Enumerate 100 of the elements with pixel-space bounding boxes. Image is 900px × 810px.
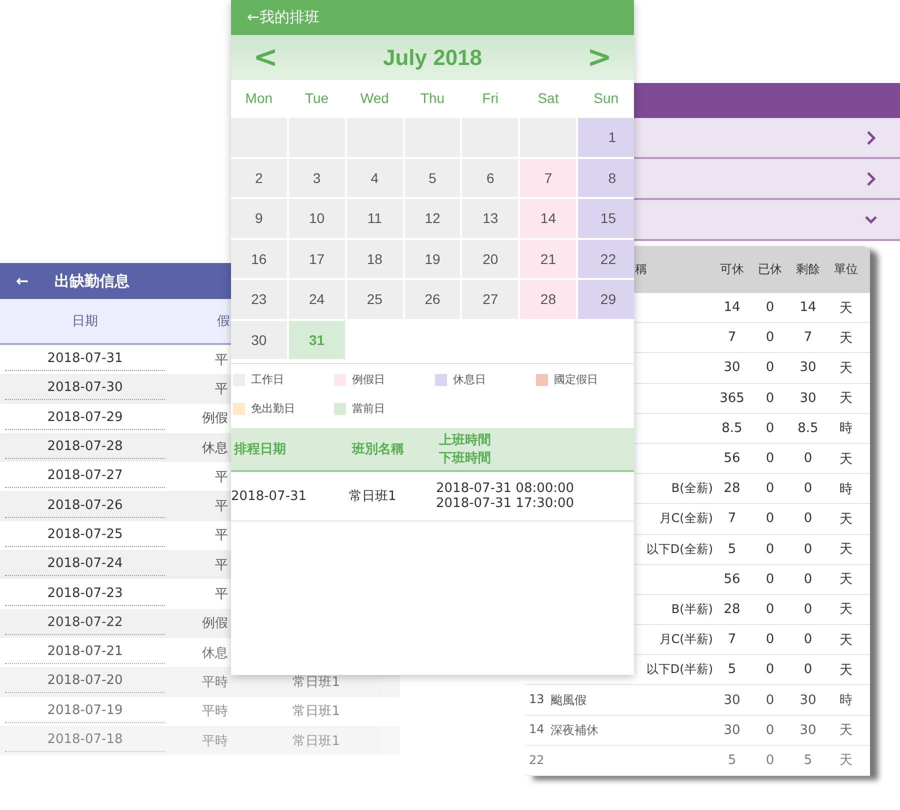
- calendar-day[interactable]: 7: [520, 158, 576, 197]
- calendar-day[interactable]: 8: [578, 158, 634, 197]
- leave-number-cell: 22: [529, 753, 544, 768]
- day-type-cell-text: 例假: [202, 410, 228, 428]
- weekday-label: Mon: [244, 89, 274, 108]
- leave-number-cell-text: 13: [529, 692, 544, 708]
- table-cell-text: 7: [802, 330, 814, 346]
- calendar-day[interactable]: 21: [520, 240, 576, 278]
- date-cell: 2018-07-21: [5, 641, 165, 664]
- table-cell-text: 0: [764, 632, 776, 648]
- column-header: 已休: [757, 261, 783, 278]
- day-type-cell-text: 平: [215, 556, 228, 574]
- table-cell-text: 0: [764, 692, 776, 708]
- weekday-label: Wed: [359, 89, 390, 108]
- table-cell-text: 5: [726, 542, 738, 557]
- column-header: 可休: [719, 261, 745, 278]
- calendar-day[interactable]: 25: [346, 280, 403, 318]
- calendar-day[interactable]: 28: [520, 280, 576, 318]
- table-cell-text: 時: [838, 420, 854, 438]
- back-button[interactable]: ←: [16, 272, 29, 290]
- table-cell-text: 56: [722, 572, 742, 587]
- leave-name-cell: 深夜補休: [550, 722, 598, 739]
- calendar-day[interactable]: 24: [288, 280, 345, 318]
- day-type-cell-text: 平: [215, 468, 228, 486]
- table-cell-text: 28: [722, 481, 742, 496]
- shift-cell-text: 常日班1: [292, 703, 340, 720]
- calendar-day[interactable]: 11: [346, 199, 403, 238]
- date-cell: 2018-07-23: [5, 582, 165, 606]
- date-cell: 2018-07-19: [5, 700, 165, 723]
- table-cell-text: 2018-07-31 08:00:00: [436, 481, 576, 496]
- leave-name-cell: 颱風假: [550, 692, 586, 709]
- table-cell-text: 0: [764, 752, 776, 768]
- calendar-day[interactable]: 22: [578, 240, 634, 278]
- table-cell-text: 0: [764, 451, 776, 466]
- calendar-day[interactable]: 26: [404, 280, 460, 318]
- day-type-cell-text: 平: [215, 380, 228, 398]
- calendar-day[interactable]: 23: [231, 280, 287, 318]
- day-type-cell-text: 平時: [202, 674, 228, 691]
- chevron-right-icon[interactable]: [864, 170, 878, 186]
- column-header: 下班時間: [439, 450, 492, 467]
- table-cell-text: 30: [798, 692, 818, 708]
- day-type-cell-text: 休息: [202, 440, 228, 457]
- calendar-day[interactable]: 12: [404, 199, 460, 238]
- table-cell-text: 天: [838, 390, 854, 408]
- table-cell-text: 天: [838, 300, 854, 317]
- calendar-day[interactable]: 13: [462, 199, 518, 238]
- table-cell-text: 天: [838, 541, 854, 558]
- table-cell-text: 0: [764, 572, 776, 587]
- calendar-day[interactable]: [520, 118, 576, 156]
- calendar-day[interactable]: 9: [231, 199, 287, 238]
- legend-label: 免出勤日: [251, 401, 295, 416]
- calendar-day[interactable]: 18: [346, 240, 403, 278]
- calendar-day[interactable]: 20: [462, 240, 518, 278]
- calendar-day[interactable]: 17: [288, 240, 345, 278]
- chevron-right-icon[interactable]: [864, 130, 878, 146]
- leave-number-cell-text: 14: [529, 722, 544, 738]
- table-cell-text: 0: [764, 420, 776, 436]
- calendar-day[interactable]: 2: [231, 158, 287, 197]
- table-cell-text: 時: [838, 480, 854, 498]
- table-cell-text: 天: [838, 330, 854, 347]
- calendar-day[interactable]: 16: [231, 240, 287, 278]
- table-cell-text: 0: [802, 662, 814, 678]
- date-cell: 2018-07-26: [5, 494, 165, 518]
- calendar-day[interactable]: 4: [346, 158, 403, 197]
- calendar-day[interactable]: 15: [578, 199, 634, 238]
- date-cell: 2018-07-28: [5, 436, 165, 460]
- calendar-day[interactable]: 27: [462, 280, 518, 318]
- calendar-day[interactable]: [231, 118, 287, 156]
- day-type-cell-text: 平時: [202, 703, 228, 720]
- table-cell-text: 天: [838, 450, 854, 468]
- table-cell-text: 7: [726, 632, 738, 648]
- table-cell-text: 天: [838, 360, 854, 377]
- calendar-day[interactable]: 10: [288, 199, 345, 238]
- table-cell-text: 天: [838, 601, 854, 618]
- leave-name-cell: 以下D(半薪): [646, 661, 713, 678]
- column-header: 單位: [833, 261, 859, 278]
- table-cell-text: 5: [726, 662, 738, 678]
- table-cell-text: 30: [798, 360, 818, 376]
- month-title: July 2018: [382, 44, 482, 70]
- date-cell: 2018-07-24: [5, 553, 165, 576]
- weekday-label: Sun: [592, 89, 620, 108]
- leave-name-cell: B(全薪): [671, 480, 713, 498]
- leave-name-cell: B(半薪): [671, 600, 713, 618]
- date-cell: 2018-07-30: [5, 377, 165, 400]
- legend-label: 例假日: [352, 372, 385, 387]
- table-cell-text: 常日班1: [349, 488, 398, 505]
- calendar-day[interactable]: 1: [578, 118, 634, 156]
- calendar-day[interactable]: 30: [231, 320, 287, 359]
- calendar-day[interactable]: 19: [404, 240, 460, 278]
- table-cell-text: 14: [798, 300, 818, 316]
- calendar-day[interactable]: 5: [404, 158, 460, 197]
- calendar-day[interactable]: 29: [578, 280, 634, 318]
- calendar-day[interactable]: 3: [288, 158, 345, 197]
- table-cell-text: 0: [802, 572, 814, 587]
- table-cell-text: 5: [726, 752, 738, 768]
- calendar-day[interactable]: 6: [462, 158, 518, 197]
- weekday-label: Tue: [304, 89, 330, 108]
- column-header: 日期: [72, 313, 98, 330]
- calendar-day[interactable]: 14: [520, 199, 576, 238]
- table-cell-text: 0: [764, 542, 776, 557]
